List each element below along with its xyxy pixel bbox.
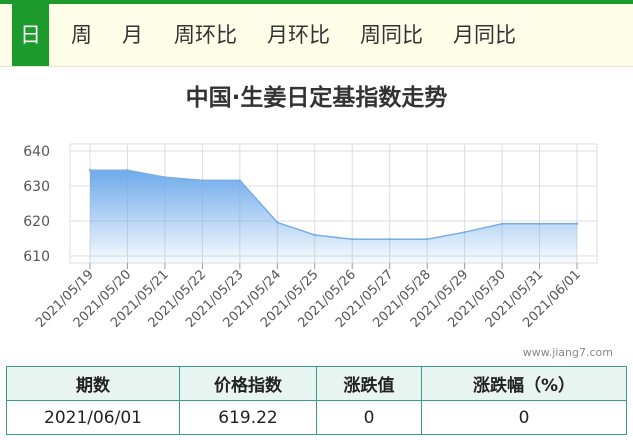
data-point bbox=[463, 231, 466, 234]
series-area bbox=[90, 170, 577, 263]
index-trend-chart: 6106206306402021/05/192021/05/202021/05/… bbox=[23, 143, 598, 331]
data-point bbox=[575, 222, 579, 225]
y-tick-label: 640 bbox=[23, 144, 50, 160]
data-point bbox=[313, 233, 316, 237]
table-header-row: 期数 价格指数 涨跌值 涨跌幅（%） bbox=[6, 366, 627, 401]
cell-period: 2021/06/01 bbox=[6, 400, 180, 435]
index-summary-table: 期数 价格指数 涨跌值 涨跌幅（%） 2021/06/01 619.22 0 0 bbox=[6, 366, 627, 435]
data-point bbox=[500, 222, 504, 225]
table-row: 2021/06/01 619.22 0 0 bbox=[6, 400, 627, 435]
period-tab-bar: 日 周 月 周环比 月环比 周同比 月同比 bbox=[0, 0, 633, 67]
cell-change-percent: 0 bbox=[421, 400, 627, 435]
data-point bbox=[388, 238, 391, 241]
tab-week-year-over-year[interactable]: 周同比 bbox=[360, 4, 423, 66]
tab-month[interactable]: 月 bbox=[122, 4, 143, 66]
data-point bbox=[201, 179, 204, 182]
tab-month-over-month[interactable]: 月环比 bbox=[267, 4, 330, 66]
data-point bbox=[351, 238, 354, 241]
header-period: 期数 bbox=[6, 366, 180, 401]
header-price-index: 价格指数 bbox=[179, 366, 317, 401]
y-tick-label: 620 bbox=[23, 214, 50, 230]
data-point bbox=[88, 169, 92, 172]
chart-title: 中国·生姜日定基指数走势 bbox=[185, 85, 448, 111]
header-change-value: 涨跌值 bbox=[316, 366, 422, 401]
cell-price-index: 619.22 bbox=[179, 400, 317, 435]
site-watermark: www.jiang7.com bbox=[522, 346, 613, 359]
data-point bbox=[538, 222, 541, 225]
data-point bbox=[163, 176, 167, 179]
tab-week-over-week[interactable]: 周环比 bbox=[174, 4, 237, 66]
data-point bbox=[276, 221, 279, 224]
tab-day[interactable]: 日 bbox=[12, 4, 49, 66]
tab-week[interactable]: 周 bbox=[71, 4, 92, 66]
cell-change-value: 0 bbox=[316, 400, 422, 435]
tab-month-year-over-year[interactable]: 月同比 bbox=[453, 4, 516, 66]
y-tick-label: 630 bbox=[23, 179, 50, 195]
header-change-percent: 涨跌幅（%） bbox=[421, 366, 627, 401]
y-tick-label: 610 bbox=[23, 249, 50, 265]
data-point bbox=[126, 169, 129, 172]
data-point bbox=[238, 179, 242, 182]
data-point bbox=[425, 238, 429, 241]
